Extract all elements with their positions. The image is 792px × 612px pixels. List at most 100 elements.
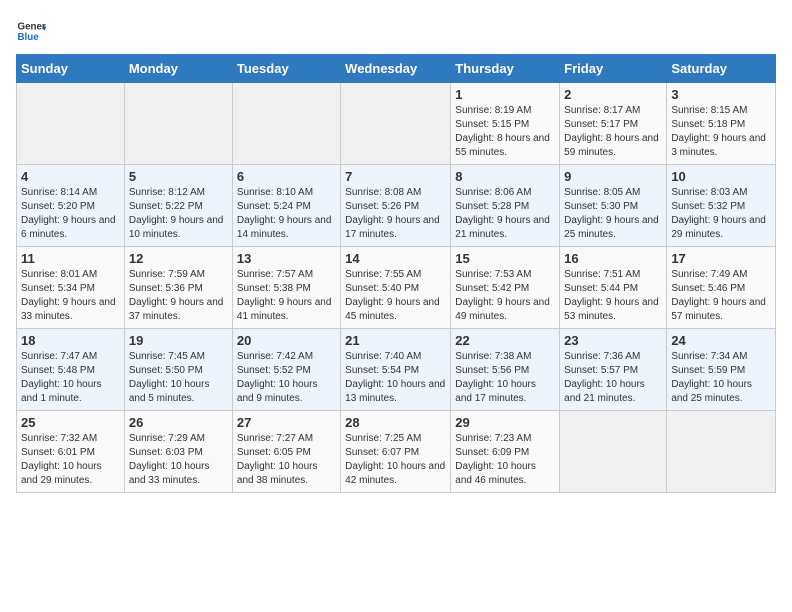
day-number: 9 [564,169,662,184]
day-header-thursday: Thursday [451,55,560,83]
day-info: Sunrise: 7:34 AM Sunset: 5:59 PM Dayligh… [671,350,771,406]
calendar-cell [232,83,340,165]
day-number: 26 [129,415,228,430]
day-number: 4 [21,169,120,184]
calendar-cell: 19Sunrise: 7:45 AM Sunset: 5:50 PM Dayli… [124,329,232,411]
week-row-2: 4 Sunrise: 8:14 AM Sunset: 5:20 PM Daylig… [17,165,776,247]
calendar-cell: 26 Sunrise: 7:29 AM Sunset: 6:03 PM Dayli… [124,411,232,493]
day-info: Sunrise: 7:36 AM Sunset: 5:57 PM Dayligh… [564,350,662,406]
week-row-4: 18 Sunrise: 7:47 AM Sunset: 5:48 PM Dayli… [17,329,776,411]
day-number: 25 [21,415,120,430]
day-number: 7 [345,169,446,184]
calendar-cell: 14Sunrise: 7:55 AM Sunset: 5:40 PM Dayli… [341,247,451,329]
calendar-cell: 3 Sunrise: 8:15 AM Sunset: 5:18 PM Daylig… [667,83,776,165]
day-info: Sunrise: 7:53 AM Sunset: 5:42 PM Dayligh… [455,268,555,324]
day-info: Sunrise: 8:10 AM Sunset: 5:24 PM Dayligh… [237,186,336,242]
calendar-cell: 13 Sunrise: 7:57 AM Sunset: 5:38 PM Dayli… [232,247,340,329]
days-header-row: SundayMondayTuesdayWednesdayThursdayFrid… [17,55,776,83]
calendar-cell: 9 Sunrise: 8:05 AM Sunset: 5:30 PM Daylig… [560,165,667,247]
day-number: 11 [21,251,120,266]
calendar-cell: 10 Sunrise: 8:03 AM Sunset: 5:32 PM Dayli… [667,165,776,247]
day-info: Sunrise: 7:38 AM Sunset: 5:56 PM Dayligh… [455,350,555,406]
calendar-cell: 25 Sunrise: 7:32 AM Sunset: 6:01 PM Dayli… [17,411,125,493]
day-number: 3 [671,87,771,102]
calendar-cell: 4 Sunrise: 8:14 AM Sunset: 5:20 PM Daylig… [17,165,125,247]
calendar-cell: 29 Sunrise: 7:23 AM Sunset: 6:09 PM Dayli… [451,411,560,493]
header: General Blue [16,16,776,46]
day-info: Sunrise: 8:01 AM Sunset: 5:34 PM Dayligh… [21,268,120,324]
day-info: Sunrise: 7:59 AM Sunset: 5:36 PM Dayligh… [129,268,228,324]
day-info: Sunrise: 7:51 AM Sunset: 5:44 PM Dayligh… [564,268,662,324]
day-info: Sunrise: 7:40 AM Sunset: 5:54 PM Dayligh… [345,350,446,406]
day-number: 13 [237,251,336,266]
day-number: 6 [237,169,336,184]
day-info: Sunrise: 8:12 AM Sunset: 5:22 PM Dayligh… [129,186,228,242]
week-row-5: 25 Sunrise: 7:32 AM Sunset: 6:01 PM Dayli… [17,411,776,493]
day-number: 15 [455,251,555,266]
calendar-cell: 16 Sunrise: 7:51 AM Sunset: 5:44 PM Dayli… [560,247,667,329]
logo-icon: General Blue [16,16,46,46]
day-info: Sunrise: 7:47 AM Sunset: 5:48 PM Dayligh… [21,350,120,406]
day-info: Sunrise: 7:27 AM Sunset: 6:05 PM Dayligh… [237,432,336,488]
calendar-cell: 24 Sunrise: 7:34 AM Sunset: 5:59 PM Dayli… [667,329,776,411]
day-number: 5 [129,169,228,184]
day-info: Sunrise: 8:05 AM Sunset: 5:30 PM Dayligh… [564,186,662,242]
day-number: 22 [455,333,555,348]
day-info: Sunrise: 7:57 AM Sunset: 5:38 PM Dayligh… [237,268,336,324]
day-number: 18 [21,333,120,348]
day-number: 23 [564,333,662,348]
day-header-saturday: Saturday [667,55,776,83]
day-info: Sunrise: 7:29 AM Sunset: 6:03 PM Dayligh… [129,432,228,488]
day-info: Sunrise: 7:32 AM Sunset: 6:01 PM Dayligh… [21,432,120,488]
calendar-cell: 22 Sunrise: 7:38 AM Sunset: 5:56 PM Dayli… [451,329,560,411]
day-info: Sunrise: 8:03 AM Sunset: 5:32 PM Dayligh… [671,186,771,242]
svg-text:General: General [18,22,47,33]
day-number: 16 [564,251,662,266]
calendar-cell: 11 Sunrise: 8:01 AM Sunset: 5:34 PM Dayli… [17,247,125,329]
day-info: Sunrise: 7:25 AM Sunset: 6:07 PM Dayligh… [345,432,446,488]
week-row-1: 1Sunrise: 8:19 AM Sunset: 5:15 PM Daylig… [17,83,776,165]
day-number: 24 [671,333,771,348]
week-row-3: 11 Sunrise: 8:01 AM Sunset: 5:34 PM Dayli… [17,247,776,329]
calendar-cell: 6 Sunrise: 8:10 AM Sunset: 5:24 PM Daylig… [232,165,340,247]
day-number: 12 [129,251,228,266]
svg-text:Blue: Blue [18,32,40,43]
calendar-cell: 7 Sunrise: 8:08 AM Sunset: 5:26 PM Daylig… [341,165,451,247]
calendar-table: SundayMondayTuesdayWednesdayThursdayFrid… [16,54,776,493]
day-info: Sunrise: 8:06 AM Sunset: 5:28 PM Dayligh… [455,186,555,242]
day-info: Sunrise: 8:14 AM Sunset: 5:20 PM Dayligh… [21,186,120,242]
calendar-cell: 1Sunrise: 8:19 AM Sunset: 5:15 PM Daylig… [451,83,560,165]
day-header-monday: Monday [124,55,232,83]
calendar-cell [124,83,232,165]
calendar-cell [560,411,667,493]
calendar-cell: 20Sunrise: 7:42 AM Sunset: 5:52 PM Dayli… [232,329,340,411]
logo: General Blue [16,16,46,46]
calendar-cell: 21 Sunrise: 7:40 AM Sunset: 5:54 PM Dayli… [341,329,451,411]
day-number: 21 [345,333,446,348]
day-number: 2 [564,87,662,102]
calendar-cell: 5 Sunrise: 8:12 AM Sunset: 5:22 PM Daylig… [124,165,232,247]
day-info: Sunrise: 7:49 AM Sunset: 5:46 PM Dayligh… [671,268,771,324]
day-info: Sunrise: 7:55 AM Sunset: 5:40 PM Dayligh… [345,268,446,324]
day-number: 10 [671,169,771,184]
day-number: 29 [455,415,555,430]
calendar-cell: 15 Sunrise: 7:53 AM Sunset: 5:42 PM Dayli… [451,247,560,329]
day-info: Sunrise: 8:15 AM Sunset: 5:18 PM Dayligh… [671,104,771,160]
calendar-cell [341,83,451,165]
calendar-cell [667,411,776,493]
day-number: 27 [237,415,336,430]
day-number: 17 [671,251,771,266]
day-number: 19 [129,333,228,348]
day-number: 8 [455,169,555,184]
day-info: Sunrise: 8:17 AM Sunset: 5:17 PM Dayligh… [564,104,662,160]
calendar-cell: 17 Sunrise: 7:49 AM Sunset: 5:46 PM Dayli… [667,247,776,329]
calendar-cell: 12 Sunrise: 7:59 AM Sunset: 5:36 PM Dayli… [124,247,232,329]
day-info: Sunrise: 7:42 AM Sunset: 5:52 PM Dayligh… [237,350,336,406]
day-info: Sunrise: 8:19 AM Sunset: 5:15 PM Dayligh… [455,104,555,160]
calendar-cell: 27 Sunrise: 7:27 AM Sunset: 6:05 PM Dayli… [232,411,340,493]
day-info: Sunrise: 7:23 AM Sunset: 6:09 PM Dayligh… [455,432,555,488]
day-header-friday: Friday [560,55,667,83]
day-info: Sunrise: 8:08 AM Sunset: 5:26 PM Dayligh… [345,186,446,242]
day-header-wednesday: Wednesday [341,55,451,83]
calendar-cell [17,83,125,165]
